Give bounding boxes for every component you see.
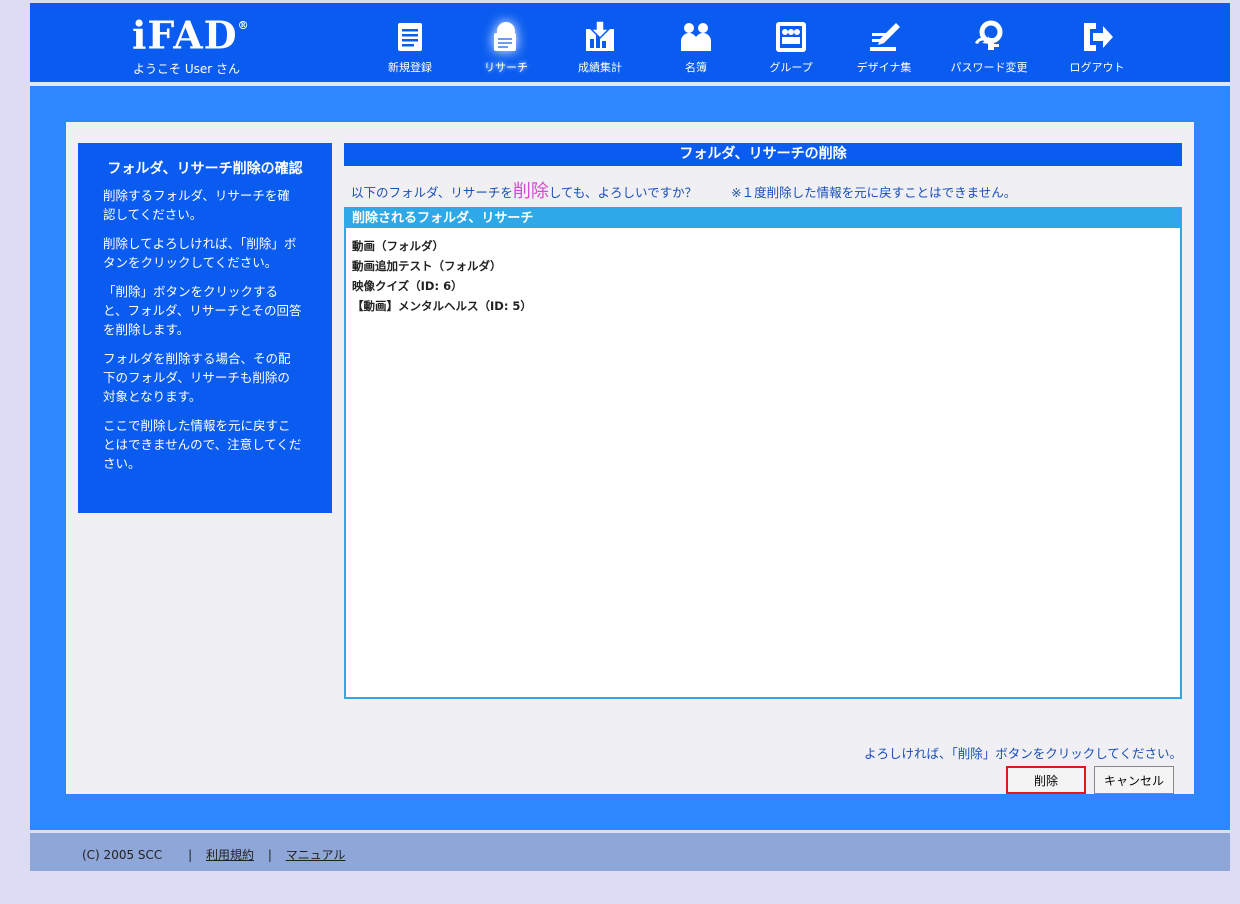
- confirm-text: しても、よろしいですか？: [548, 185, 698, 200]
- password-icon: [975, 20, 1003, 50]
- nav-label: デザイナ集: [856, 61, 912, 74]
- footer: (C) 2005 SCC | 利用規約 | マニュアル: [30, 833, 1230, 871]
- nav-label: グループ: [769, 61, 813, 74]
- list-item: 動画（フォルダ）: [352, 239, 444, 253]
- footer-separator: |: [188, 848, 193, 862]
- nav-item-research[interactable]: リサーチ: [458, 19, 554, 75]
- nav-item-roster[interactable]: 名簿: [648, 19, 744, 75]
- deletion-list[interactable]: 削除されるフォルダ、リサーチ 動画（フォルダ） 動画追加テスト（フォルダ） 映像…: [344, 207, 1182, 699]
- list-item: 映像クイズ（ID: 6）: [352, 279, 463, 293]
- help-text: フォルダを削除する場合、その配下のフォルダ、リサーチも削除の対象となります。: [103, 351, 291, 404]
- page-title: フォルダ、リサーチの削除: [344, 143, 1182, 166]
- sidebar-title: フォルダ、リサーチ削除の確認: [107, 161, 303, 177]
- nav-item-new-registration[interactable]: 新規登録: [362, 19, 458, 75]
- delete-button[interactable]: 削除: [1006, 766, 1086, 794]
- copyright: (C) 2005 SCC: [82, 848, 163, 862]
- confirm-emphasis: 削除: [512, 181, 549, 202]
- nav-label: リサーチ: [484, 61, 528, 74]
- instruction-text: よろしければ、「削除」ボタンをクリックしてください。: [863, 746, 1182, 761]
- terms-link[interactable]: 利用規約: [206, 848, 254, 862]
- nav-label: 成績集計: [578, 61, 622, 74]
- main-area: フォルダ、リサーチ削除の確認 削除するフォルダ、リサーチを確認してください。 削…: [30, 86, 1230, 830]
- list-item: 動画追加テスト（フォルダ）: [352, 259, 502, 273]
- nav-item-password[interactable]: パスワード変更: [941, 19, 1037, 75]
- nav-item-logout[interactable]: ログアウト: [1049, 19, 1145, 75]
- list-item: 【動画】メンタルヘルス（ID: 5）: [352, 299, 532, 313]
- delete-content: フォルダ、リサーチの削除 以下のフォルダ、リサーチを削除しても、よろしいですか？…: [344, 143, 1182, 794]
- help-text: 削除するフォルダ、リサーチを確認してください。: [103, 188, 290, 222]
- download-chart-icon: [586, 20, 614, 51]
- cancel-button[interactable]: キャンセル: [1094, 766, 1174, 794]
- nav-label: 新規登録: [388, 61, 432, 74]
- nav-item-group[interactable]: グループ: [743, 19, 839, 75]
- welcome-text: ようこそ User さん: [133, 62, 240, 76]
- pen-icon: [870, 23, 900, 51]
- nav-label: 名簿: [685, 61, 707, 74]
- footer-links: (C) 2005 SCC | 利用規約 | マニュアル: [82, 846, 345, 863]
- research-icon: [494, 22, 516, 51]
- nav-item-scores[interactable]: 成績集計: [552, 19, 648, 75]
- list-items: 動画（フォルダ） 動画追加テスト（フォルダ） 映像クイズ（ID: 6） 【動画】…: [346, 228, 1180, 324]
- group-icon: [776, 22, 806, 52]
- confirm-message: 以下のフォルダ、リサーチを削除しても、よろしいですか？ ※１度削除した情報を元に…: [344, 177, 1182, 203]
- nav-label: パスワード変更: [950, 61, 1028, 74]
- help-text: 「削除」ボタンをクリックすると、フォルダ、リサーチとその回答を削除します。: [103, 284, 302, 337]
- nav-label: ログアウト: [1069, 61, 1125, 74]
- nav-item-designs[interactable]: デザイナ集: [836, 19, 932, 75]
- content-panel: フォルダ、リサーチ削除の確認 削除するフォルダ、リサーチを確認してください。 削…: [66, 122, 1194, 794]
- logo: iFAD®: [132, 12, 250, 58]
- logout-icon: [1084, 23, 1113, 51]
- document-icon: [398, 23, 422, 51]
- header: iFAD® ようこそ User さん 新規登録 リサーチ 成績集計 名簿 グルー…: [30, 3, 1230, 82]
- people-icon: [681, 23, 711, 51]
- help-sidebar: フォルダ、リサーチ削除の確認 削除するフォルダ、リサーチを確認してください。 削…: [78, 143, 332, 513]
- warning-note: ※１度削除した情報を元に戻すことはできません。: [731, 185, 1017, 200]
- footer-separator: |: [267, 848, 272, 862]
- manual-link[interactable]: マニュアル: [286, 848, 346, 862]
- confirm-text: 以下のフォルダ、リサーチを: [351, 185, 513, 200]
- help-text: ここで削除した情報を元に戻すことはできませんので、注意してください。: [103, 418, 302, 471]
- help-text: 削除してよろしければ、「削除」ボタンをクリックしてください。: [103, 236, 297, 270]
- list-header: 削除されるフォルダ、リサーチ: [346, 209, 1180, 228]
